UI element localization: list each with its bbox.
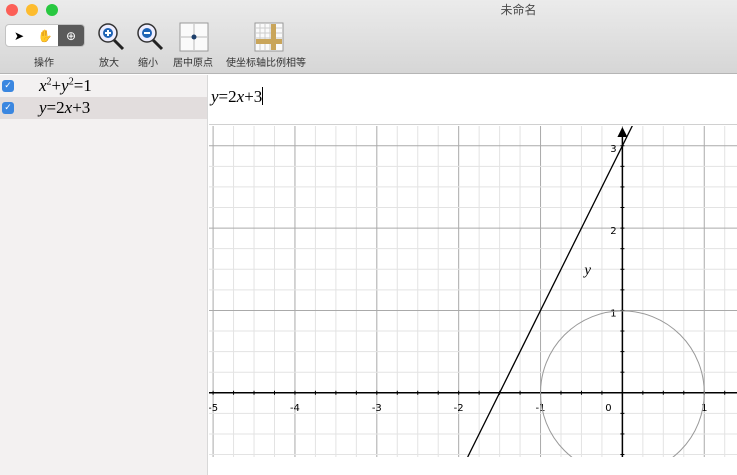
checkbox-checked-icon[interactable]: ✓: [2, 102, 14, 114]
zoom-out-icon: [137, 23, 164, 51]
y-axis-label: y: [582, 262, 591, 278]
equation-editor[interactable]: y=2x+3: [209, 75, 737, 125]
center-origin-icon: [179, 22, 209, 52]
y-tick-label: 2: [610, 226, 616, 237]
x-tick-label: -2: [454, 403, 464, 414]
ruler-grid-icon: [254, 22, 284, 52]
zoom-in-button[interactable]: [96, 22, 126, 52]
checkbox-checked-icon[interactable]: ✓: [2, 80, 14, 92]
x-tick-label: -4: [290, 403, 300, 414]
equation-text: y=2x+3: [39, 98, 91, 117]
toolbar: 未命名 ➤ ✋ ⊕ 操作 放大 缩小 居中原点 使坐标轴比例相等: [0, 0, 737, 74]
mode-selector[interactable]: ➤ ✋ ⊕: [5, 24, 85, 47]
x-tick-label: -1: [536, 403, 546, 414]
text-caret: [262, 87, 264, 105]
zoom-in-label: 放大: [99, 58, 119, 69]
equal-axes-button[interactable]: [254, 22, 284, 52]
zoom-out-label: 缩小: [138, 58, 158, 69]
hand-icon[interactable]: ✋: [32, 25, 58, 46]
equation-text: x2+y2=1: [39, 76, 92, 95]
equation-list: ✓ x2+y2=1 ✓ y=2x+3: [0, 75, 208, 475]
center-origin-button[interactable]: [179, 22, 209, 52]
arrow-icon[interactable]: ➤: [6, 25, 32, 46]
x-tick-label: 0: [605, 403, 611, 414]
zoom-in-icon: [98, 23, 125, 51]
window-title: 未命名: [500, 3, 537, 17]
y-tick-label: 3: [610, 144, 616, 155]
graph-canvas[interactable]: -5 -4 -3 -2 -1 0 1123y: [209, 126, 737, 457]
equal-axes-label: 使坐标轴比例相等: [226, 58, 306, 69]
x-tick-label: -3: [372, 403, 382, 414]
magnifier-icon[interactable]: ⊕: [58, 25, 84, 46]
x-tick-label: -5: [209, 403, 218, 414]
center-origin-label: 居中原点: [173, 58, 213, 69]
mode-label: 操作: [34, 58, 54, 69]
equation-item-circle[interactable]: ✓ x2+y2=1: [0, 75, 207, 97]
zoom-out-button[interactable]: [135, 22, 165, 52]
y-axis-arrow: [617, 127, 628, 137]
y-tick-label: 1: [610, 308, 616, 319]
equation-item-line[interactable]: ✓ y=2x+3: [0, 97, 207, 119]
